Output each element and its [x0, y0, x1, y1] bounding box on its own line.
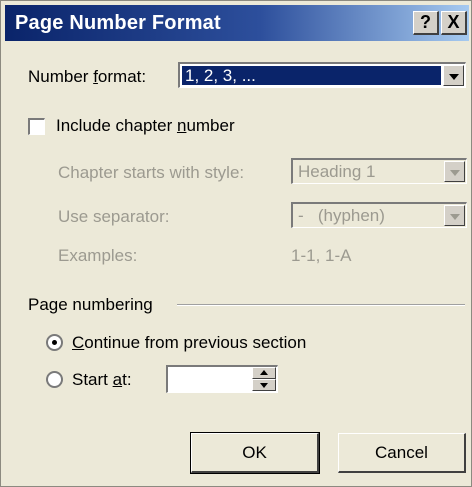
start-at-spinner[interactable]: [166, 365, 278, 393]
separator-dropdown-button[interactable]: [444, 205, 465, 226]
start-at-label-post: t:: [122, 370, 132, 389]
help-button[interactable]: ?: [413, 11, 439, 35]
start-at-label[interactable]: Start at:: [72, 370, 132, 390]
ok-button[interactable]: OK: [190, 432, 320, 474]
start-at-label-pre: Start: [72, 370, 113, 389]
start-at-label-accel: a: [112, 370, 123, 389]
separator-dropdown[interactable]: - (hyphen): [291, 202, 467, 228]
spin-down-button[interactable]: [252, 379, 276, 391]
separator-value: - (hyphen): [298, 206, 385, 225]
chevron-down-icon: [449, 74, 459, 80]
examples-value: 1-1, 1-A: [291, 246, 352, 265]
continue-label-post: ontinue from previous section: [84, 333, 307, 352]
chapter-style-dropdown-button[interactable]: [444, 161, 465, 182]
spin-up-button[interactable]: [252, 367, 276, 379]
cancel-button[interactable]: Cancel: [338, 433, 466, 473]
group-divider: [177, 304, 465, 306]
chevron-down-icon: [450, 170, 460, 176]
page-number-format-dialog: Page Number Format ? X Number format: 1,…: [0, 0, 472, 487]
number-format-label-post: ormat:: [97, 67, 147, 86]
chapter-style-value: Heading 1: [298, 162, 376, 181]
continue-from-previous-radio[interactable]: [46, 334, 63, 351]
dialog-title: Page Number Format: [15, 12, 221, 34]
radio-selected-dot: [52, 340, 57, 345]
number-format-dropdown[interactable]: 1, 2, 3, ...: [178, 62, 466, 88]
chevron-down-icon: [260, 383, 268, 388]
continue-from-previous-label[interactable]: Continue from previous section: [72, 333, 306, 353]
include-chapter-number-checkbox[interactable]: [28, 118, 45, 135]
include-chapter-label-pre: Include chapter: [56, 116, 177, 135]
chapter-starts-with-style-label: Chapter starts with style:: [58, 163, 245, 182]
number-format-value: 1, 2, 3, ...: [182, 66, 441, 85]
include-chapter-number-label[interactable]: Include chapter number: [56, 116, 235, 136]
start-at-radio[interactable]: [46, 371, 63, 388]
close-button[interactable]: X: [441, 11, 467, 35]
number-format-label: Number format:: [28, 67, 146, 87]
examples-label: Examples:: [58, 246, 138, 265]
title-bar: Page Number Format ? X: [5, 5, 469, 41]
number-format-dropdown-button[interactable]: [443, 65, 464, 86]
chevron-down-icon: [450, 214, 460, 220]
use-separator-label: Use separator:: [58, 207, 170, 226]
number-format-label-pre: Number: [28, 67, 94, 86]
include-chapter-label-post: umber: [186, 116, 235, 135]
page-numbering-group-label: Page numbering: [28, 295, 153, 314]
chevron-up-icon: [260, 370, 268, 375]
continue-label-accel: C: [72, 333, 85, 352]
chapter-style-dropdown[interactable]: Heading 1: [291, 158, 467, 184]
